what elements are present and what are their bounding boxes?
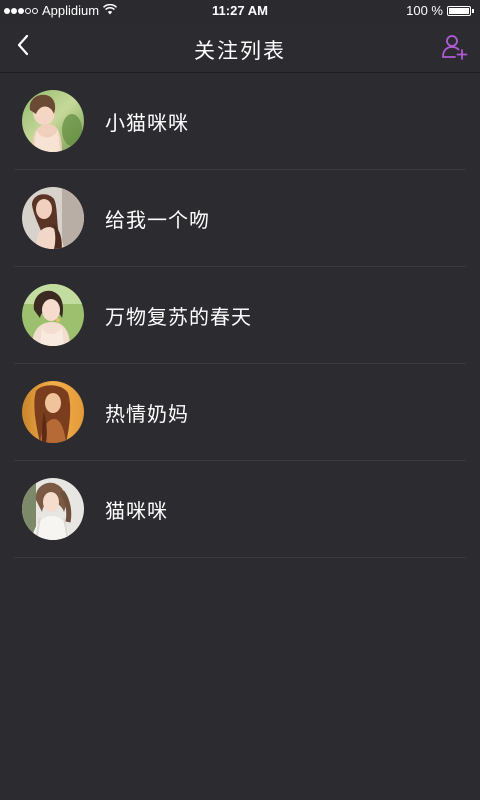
add-user-button[interactable]	[440, 34, 470, 64]
avatar	[22, 381, 84, 443]
avatar	[22, 478, 84, 540]
battery-icon	[447, 5, 471, 16]
add-user-icon	[441, 33, 469, 65]
list-item[interactable]: 给我一个吻	[14, 170, 466, 267]
avatar	[22, 90, 84, 152]
list-item[interactable]: 万物复苏的春天	[14, 267, 466, 364]
avatar	[22, 187, 84, 249]
follow-list: 小猫咪咪 给我一个吻 万物复苏的春天 热情奶妈 猫咪咪	[0, 73, 480, 558]
list-item[interactable]: 小猫咪咪	[14, 73, 466, 170]
battery-cap	[472, 8, 474, 13]
list-item-name: 给我一个吻	[105, 207, 210, 232]
battery-fill	[449, 7, 469, 14]
list-item-name: 万物复苏的春天	[105, 304, 252, 329]
list-item-name: 猫咪咪	[105, 498, 168, 523]
list-item[interactable]: 猫咪咪	[14, 461, 466, 558]
battery-percent: 100 %	[406, 3, 443, 18]
page-title: 关注列表	[194, 39, 286, 63]
list-item-name: 小猫咪咪	[105, 110, 189, 135]
list-item-name: 热情奶妈	[105, 401, 189, 426]
avatar	[22, 284, 84, 346]
status-right: 100 %	[406, 3, 474, 18]
status-bar: Applidium 11:27 AM 100 %	[0, 0, 480, 22]
list-item[interactable]: 热情奶妈	[14, 364, 466, 461]
nav-bar: 关注列表	[0, 22, 480, 73]
